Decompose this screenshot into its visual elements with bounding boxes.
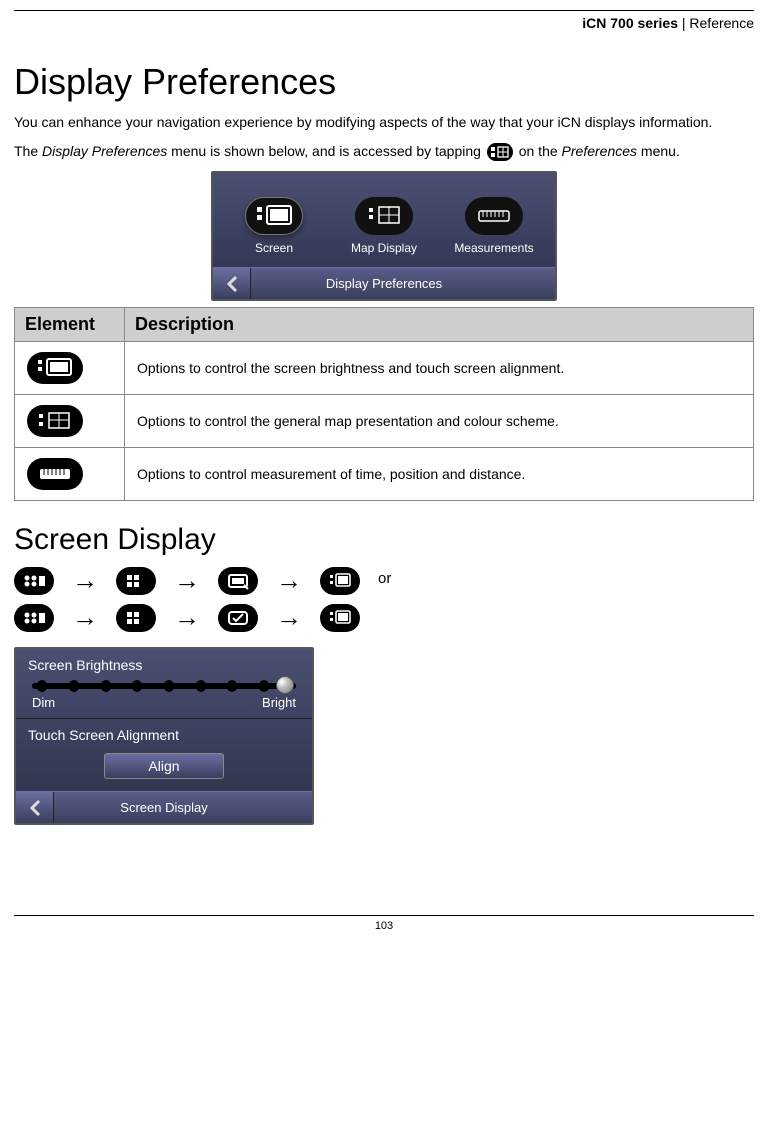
back-button[interactable] (213, 268, 251, 299)
prefs-icon (116, 567, 156, 595)
screen-display-screenshot: Screen Brightness Dim Bright Touch Scree… (14, 647, 314, 825)
measure-icon (465, 197, 523, 235)
page-header: iCN 700 series | Reference (14, 15, 754, 37)
screenshot-title: Display Preferences (326, 276, 442, 291)
table-row: Options to control the general map prese… (15, 395, 754, 448)
brightness-label: Screen Brightness (28, 657, 300, 673)
or-text: or (378, 570, 391, 591)
section-title: Screen Display (14, 523, 754, 557)
nav-path-1: → → → or (14, 565, 754, 596)
arrow-icon: → (276, 602, 302, 633)
align-label: Touch Screen Alignment (28, 727, 300, 743)
screen-icon (245, 197, 303, 235)
th-description: Description (125, 308, 754, 342)
mapdisplay-icon (487, 143, 513, 161)
arrow-icon: → (174, 565, 200, 596)
page-number: 103 (14, 916, 754, 946)
row-desc: Options to control measurement of time, … (125, 448, 754, 501)
screen-icon (320, 604, 360, 632)
th-element: Element (15, 308, 125, 342)
arrow-icon: → (72, 602, 98, 633)
mapdisplay-tile[interactable]: Map Display (336, 197, 432, 255)
row-desc: Options to control the screen brightness… (125, 342, 754, 395)
device-icon (218, 567, 258, 595)
page-title: Display Preferences (14, 61, 754, 103)
screenshot-title: Screen Display (120, 800, 207, 815)
screen-tile-label: Screen (226, 241, 322, 255)
table-row: Options to control the screen brightness… (15, 342, 754, 395)
element-table: Element Description Options to control t… (14, 307, 754, 501)
nav-path-2: → → → (14, 602, 754, 633)
arrow-icon: → (72, 565, 98, 596)
screen-icon (27, 352, 83, 384)
menu-icon (14, 567, 54, 595)
screen-tile[interactable]: Screen (226, 197, 322, 255)
arrow-icon: → (174, 602, 200, 633)
screen-icon (320, 567, 360, 595)
row-desc: Options to control the general map prese… (125, 395, 754, 448)
measure-icon (27, 458, 83, 490)
align-button[interactable]: Align (104, 753, 224, 779)
mapdisplay-tile-label: Map Display (336, 241, 432, 255)
measurements-tile[interactable]: Measurements (446, 197, 542, 255)
intro-paragraph: You can enhance your navigation experien… (14, 113, 754, 132)
bright-label: Bright (262, 695, 296, 710)
dim-label: Dim (32, 695, 55, 710)
back-button[interactable] (16, 792, 54, 823)
slider-thumb[interactable] (276, 676, 294, 694)
menu-icon (14, 604, 54, 632)
measurements-tile-label: Measurements (446, 241, 542, 255)
table-row: Options to control measurement of time, … (15, 448, 754, 501)
mapdisplay-icon (27, 405, 83, 437)
display-prefs-screenshot: Screen Map Display (211, 171, 557, 301)
intro-paragraph-2: The Display Preferences menu is shown be… (14, 142, 754, 161)
brightness-slider[interactable] (32, 683, 296, 689)
mapdisplay-icon (355, 197, 413, 235)
arrow-icon: → (276, 565, 302, 596)
prefs-icon (116, 604, 156, 632)
check-icon (218, 604, 258, 632)
